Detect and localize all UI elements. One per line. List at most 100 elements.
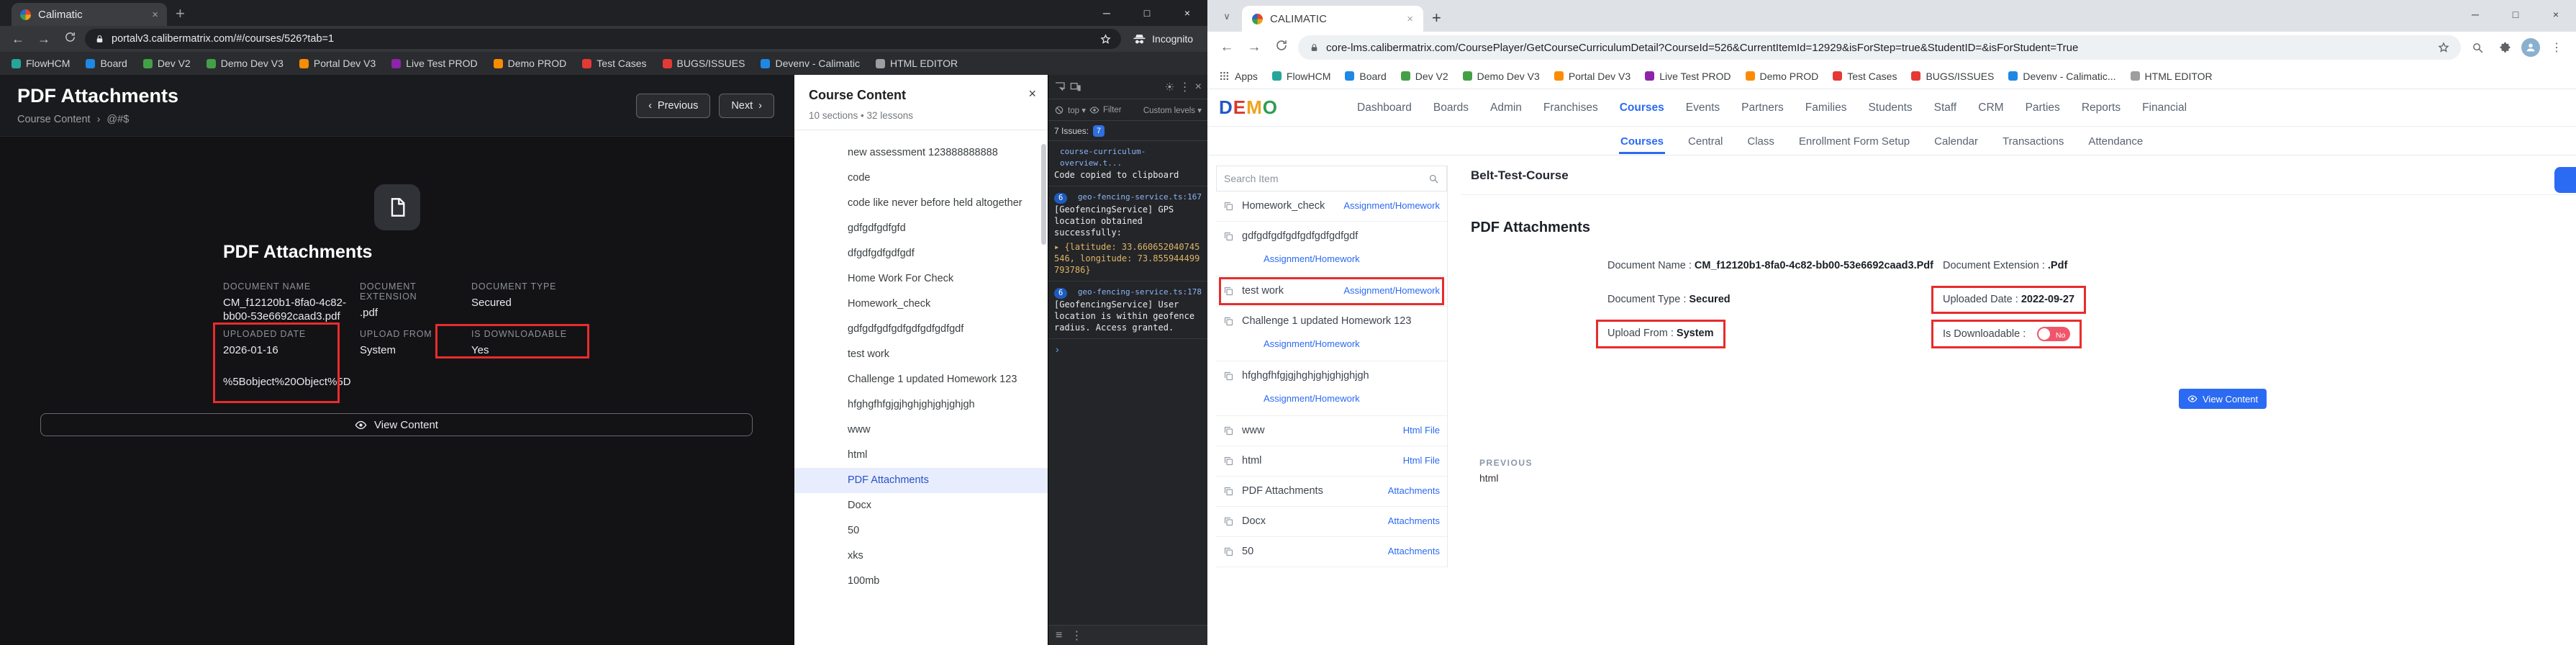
sidebar-lesson-item[interactable]: hfghgfhfgjgjhghjghjghjghjgh Assignment/H…	[1216, 361, 1447, 416]
search-icon[interactable]	[2467, 42, 2488, 54]
nav-item[interactable]: Reports	[2082, 102, 2121, 114]
subnav-tab[interactable]: Attendance	[2087, 128, 2144, 154]
search-icon[interactable]	[1428, 173, 1439, 184]
bookmark-item[interactable]: Live Test PROD	[1645, 71, 1731, 82]
nav-item[interactable]: Admin	[1490, 102, 1522, 114]
nav-item[interactable]: Families	[1805, 102, 1847, 114]
drawer-menu-icon[interactable]: ≡	[1056, 629, 1062, 642]
sidebar-lesson-item[interactable]: test work Assignment/Homework	[1216, 276, 1447, 307]
context-dropdown[interactable]: top ▾	[1068, 105, 1086, 115]
bookmark-item[interactable]: Portal Dev V3	[299, 58, 376, 69]
new-tab-button[interactable]: +	[1432, 9, 1441, 27]
nav-item[interactable]: Courses	[1620, 102, 1664, 114]
lesson-item[interactable]: new assessment 123888888888	[794, 140, 1048, 166]
eye-icon[interactable]	[1089, 105, 1099, 115]
bookmark-item[interactable]: Devenv - Calimatic	[761, 58, 860, 69]
sidebar-lesson-item[interactable]: html Html File	[1216, 446, 1447, 477]
sidebar-lesson-item[interactable]: Docx Attachments	[1216, 507, 1447, 537]
sidebar-lesson-item[interactable]: www Html File	[1216, 416, 1447, 446]
bookmark-item[interactable]: Live Test PROD	[391, 58, 478, 69]
sidebar-item-category[interactable]: Assignment/Homework	[1343, 285, 1440, 296]
lesson-item[interactable]: html	[794, 443, 1048, 468]
device-toolbar-icon[interactable]	[1070, 81, 1081, 93]
nav-item[interactable]: CRM	[1978, 102, 2003, 114]
bookmark-item[interactable]: Board	[1345, 71, 1387, 82]
lesson-item[interactable]: Home Work For Check	[794, 266, 1048, 292]
view-content-button[interactable]: View Content	[2179, 389, 2267, 409]
profile-avatar[interactable]	[2521, 38, 2540, 57]
apps-shortcut[interactable]: Apps	[1219, 71, 1258, 82]
scrollbar-thumb[interactable]	[1041, 144, 1046, 245]
previous-lesson-nav[interactable]: PREVIOUS html	[1479, 458, 1533, 484]
nav-item[interactable]: Events	[1686, 102, 1720, 114]
extensions-puzzle-icon[interactable]	[2494, 42, 2516, 54]
edge-action-button[interactable]	[2554, 167, 2576, 193]
sidebar-item-category[interactable]: Assignment/Homework	[1264, 338, 1440, 349]
bookmark-item[interactable]: Demo Dev V3	[1462, 71, 1540, 82]
bookmark-item[interactable]: Portal Dev V3	[1554, 71, 1631, 82]
browser-menu-icon[interactable]: ⋮	[2546, 40, 2567, 55]
lesson-item[interactable]: Challenge 1 updated Homework 123	[794, 367, 1048, 392]
nav-item[interactable]: Franchises	[1543, 102, 1598, 114]
console-object-preview[interactable]: ▸ {latitude: 33.660652040745546, longitu…	[1054, 241, 1202, 276]
subnav-tab[interactable]: Transactions	[2001, 128, 2065, 154]
sidebar-item-category[interactable]: Assignment/Homework	[1264, 393, 1440, 404]
star-icon[interactable]	[1100, 33, 1111, 45]
bookmark-item[interactable]: Devenv - Calimatic...	[2008, 71, 2116, 82]
browser-tab[interactable]: CALIMATIC ×	[1242, 6, 1423, 32]
devtools-close-icon[interactable]: ×	[1195, 81, 1202, 94]
refresh-icon[interactable]	[59, 31, 81, 47]
bookmark-item[interactable]: BUGS/ISSUES	[1911, 71, 1994, 82]
sidebar-lesson-item[interactable]: 50 Attachments	[1216, 537, 1447, 567]
lesson-item[interactable]: code	[794, 166, 1048, 191]
sidebar-item-category[interactable]: Assignment/Homework	[1264, 253, 1440, 264]
new-tab-button[interactable]: +	[176, 4, 185, 23]
lesson-item[interactable]: 50	[794, 518, 1048, 543]
search-input[interactable]	[1224, 173, 1428, 184]
bookmark-item[interactable]: FlowHCM	[1271, 71, 1330, 82]
lesson-item[interactable]: gdfgdfgdfgdfgdfgdfgdfgdf	[794, 317, 1048, 342]
subnav-tab[interactable]: Courses	[1619, 128, 1665, 154]
lesson-item[interactable]: 100mb	[794, 569, 1048, 594]
devtools-settings-icon[interactable]	[1164, 81, 1175, 92]
close-icon[interactable]: ×	[1028, 86, 1036, 102]
issues-label[interactable]: 7 Issues:	[1054, 126, 1089, 136]
console-source-link[interactable]: geo-fencing-service.ts:178	[1078, 287, 1202, 298]
address-bar[interactable]: portalv3.calibermatrix.com/#/courses/526…	[85, 29, 1122, 49]
console-source-link[interactable]: course-curriculum-overview.t...	[1060, 146, 1202, 169]
tab-close-icon[interactable]: ×	[152, 9, 158, 21]
back-icon[interactable]: ←	[1216, 40, 1238, 55]
next-button[interactable]: Next ›	[719, 94, 774, 118]
forward-icon[interactable]: →	[33, 32, 55, 47]
bookmark-item[interactable]: BUGS/ISSUES	[662, 58, 745, 69]
log-levels-dropdown[interactable]: Custom levels ▾	[1143, 105, 1202, 115]
console-source-link[interactable]: geo-fencing-service.ts:167	[1078, 191, 1202, 203]
devtools-menu-icon[interactable]: ⋮	[1179, 80, 1191, 94]
sidebar-item-category[interactable]: Html File	[1403, 425, 1440, 436]
subnav-tab[interactable]: Central	[1687, 128, 1724, 154]
clear-console-icon[interactable]	[1054, 105, 1064, 115]
back-icon[interactable]: ←	[7, 32, 29, 47]
bookmark-item[interactable]: Dev V2	[142, 58, 191, 69]
issues-count-badge[interactable]: 7	[1093, 125, 1105, 137]
bookmark-item[interactable]: Demo PROD	[493, 58, 566, 69]
bookmark-item[interactable]: Test Cases	[582, 58, 647, 69]
sidebar-lesson-item[interactable]: Challenge 1 updated Homework 123 Assignm…	[1216, 307, 1447, 361]
drawer-dots-icon[interactable]: ⋮	[1071, 628, 1082, 643]
nav-item[interactable]: Parties	[2026, 102, 2060, 114]
sidebar-lesson-item[interactable]: PDF Attachments Attachments	[1216, 477, 1447, 507]
minimize-button[interactable]: ─	[1087, 0, 1127, 26]
refresh-icon[interactable]	[1271, 39, 1292, 56]
tab-close-icon[interactable]: ×	[1407, 13, 1413, 25]
breadcrumb-parent[interactable]: Course Content	[17, 114, 91, 125]
bookmark-item[interactable]: HTML EDITOR	[2130, 71, 2213, 82]
demo-logo[interactable]: DEMO	[1219, 96, 1278, 119]
sidebar-item-category[interactable]: Html File	[1403, 455, 1440, 466]
previous-button[interactable]: ‹ Previous	[636, 94, 711, 118]
subnav-tab[interactable]: Calendar	[1933, 128, 1979, 154]
lesson-item[interactable]: code like never before held altogether	[794, 191, 1048, 216]
tab-search-icon[interactable]: ∨	[1217, 7, 1236, 26]
maximize-button[interactable]: □	[1127, 0, 1167, 26]
downloadable-toggle[interactable]: No	[2037, 327, 2071, 341]
bookmark-item[interactable]: Dev V2	[1400, 71, 1448, 82]
